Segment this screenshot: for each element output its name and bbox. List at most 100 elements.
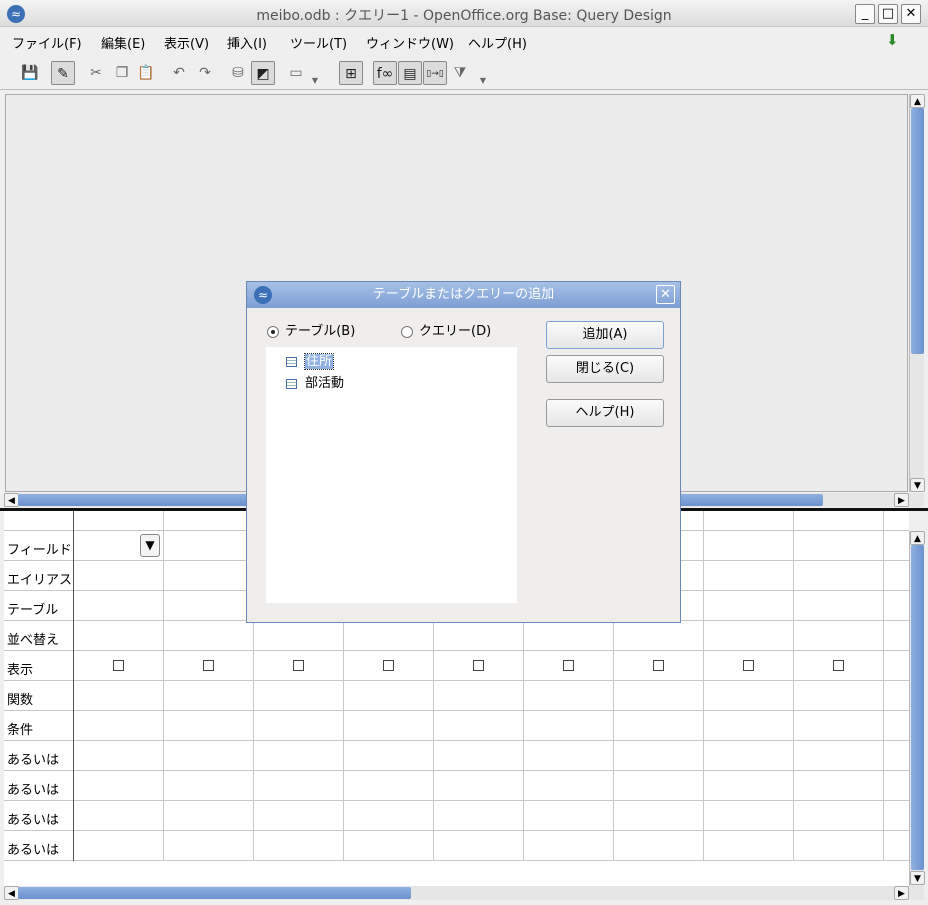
table-name-icon[interactable]: ▤ [398,61,422,85]
scroll-up-button[interactable]: ▲ [910,94,925,108]
paste-icon[interactable]: 📋 [134,61,158,85]
grid-cell[interactable] [254,681,344,711]
grid-cell[interactable] [524,651,614,681]
grid-cell[interactable] [884,561,909,591]
copy-icon[interactable]: ❐ [110,61,134,85]
visible-checkbox[interactable] [293,660,304,671]
menu-tools[interactable]: ツール(T) [290,33,347,52]
save-icon[interactable]: 💾 [18,61,42,85]
upper-vertical-scrollbar[interactable]: ▲ ▼ [909,94,925,492]
grid-cell[interactable] [74,621,164,651]
grid-cell[interactable] [74,741,164,771]
grid-cell[interactable] [344,771,434,801]
grid-cell[interactable] [74,801,164,831]
scroll-up-button[interactable]: ▲ [910,531,925,545]
grid-cell[interactable] [524,771,614,801]
grid-cell[interactable] [74,771,164,801]
grid-cell[interactable] [704,621,794,651]
grid-cell[interactable] [164,711,254,741]
visible-checkbox[interactable] [563,660,574,671]
grid-cell[interactable] [794,591,884,621]
grid-cell[interactable] [794,741,884,771]
field-dropdown-button[interactable]: ▼ [140,534,160,557]
scroll-down-button[interactable]: ▼ [910,871,925,885]
grid-cell[interactable] [704,681,794,711]
grid-cell[interactable] [794,681,884,711]
grid-cell[interactable] [164,681,254,711]
grid-cell[interactable] [794,801,884,831]
grid-cell[interactable] [794,831,884,861]
grid-cell[interactable] [884,591,909,621]
grid-cell[interactable] [254,651,344,681]
grid-cell[interactable] [434,801,524,831]
grid-cell[interactable] [254,621,344,651]
menu-window[interactable]: ウィンドウ(W) [366,33,454,52]
grid-cell[interactable] [884,741,909,771]
undo-icon[interactable]: ↶ [167,61,191,85]
grid-cell[interactable] [884,801,909,831]
alias-icon[interactable]: ▯→▯ [423,61,447,85]
radio-tables-indicator[interactable] [267,325,279,338]
visible-checkbox[interactable] [653,660,664,671]
edit-mode-icon[interactable]: ✎ [51,61,75,85]
grid-cell[interactable] [704,561,794,591]
grid-cell[interactable] [434,711,524,741]
grid-vertical-scrollbar[interactable]: ▲ ▼ [909,531,925,886]
close-button[interactable]: ✕ [901,4,921,24]
grid-cell[interactable] [704,531,794,561]
maximize-button[interactable]: □ [878,4,898,24]
toolbar-dropdown-arrow-icon[interactable]: ▼ [310,61,320,85]
design-view-icon[interactable]: ◩ [251,61,275,85]
grid-cell[interactable] [524,801,614,831]
grid-cell[interactable] [524,681,614,711]
grid-cell[interactable] [254,741,344,771]
grid-cell[interactable] [344,621,434,651]
grid-cell[interactable] [344,681,434,711]
distinct-values-icon[interactable]: ⧩ [448,61,472,85]
grid-cell[interactable] [164,621,254,651]
visible-checkbox[interactable] [203,660,214,671]
grid-cell[interactable] [74,831,164,861]
grid-cell[interactable] [254,831,344,861]
grid-cell[interactable] [434,831,524,861]
menu-help[interactable]: ヘルプ(H) [468,33,527,52]
run-query-icon[interactable]: ⛁ [226,61,250,85]
table-list[interactable]: 住所 部活動 [266,347,517,603]
grid-cell[interactable] [434,651,524,681]
grid-cell[interactable] [344,711,434,741]
grid-cell[interactable] [614,621,704,651]
cut-icon[interactable]: ✂ [84,61,108,85]
scroll-down-button[interactable]: ▼ [910,478,925,492]
grid-cell[interactable] [524,741,614,771]
grid-cell[interactable] [794,711,884,741]
grid-cell[interactable] [614,681,704,711]
scroll-left-button[interactable]: ◀ [4,886,19,900]
grid-cell[interactable] [884,771,909,801]
grid-cell[interactable] [164,801,254,831]
grid-cell[interactable] [434,771,524,801]
list-item[interactable]: 部活動 [286,372,344,391]
grid-cell[interactable] [884,831,909,861]
grid-cell[interactable] [164,741,254,771]
column-header[interactable] [74,511,164,531]
grid-cell[interactable] [794,561,884,591]
grid-cell[interactable] [884,531,909,561]
clear-query-icon[interactable]: ▭ [284,61,308,85]
column-header[interactable] [794,511,884,531]
grid-cell[interactable] [74,591,164,621]
grid-cell[interactable] [614,711,704,741]
grid-cell[interactable] [614,801,704,831]
menu-edit[interactable]: 編集(E) [101,33,145,52]
grid-cell[interactable] [164,561,254,591]
add-button[interactable]: 追加(A) [546,321,664,349]
grid-cell[interactable] [164,531,254,561]
scroll-right-button[interactable]: ▶ [894,493,909,507]
grid-cell[interactable] [704,801,794,831]
radio-tables[interactable]: テーブル(B) [267,320,355,339]
column-header[interactable] [884,511,909,531]
grid-cell[interactable] [524,831,614,861]
help-button[interactable]: ヘルプ(H) [546,399,664,427]
grid-cell[interactable] [254,771,344,801]
grid-cell[interactable] [434,621,524,651]
column-header[interactable] [704,511,794,531]
